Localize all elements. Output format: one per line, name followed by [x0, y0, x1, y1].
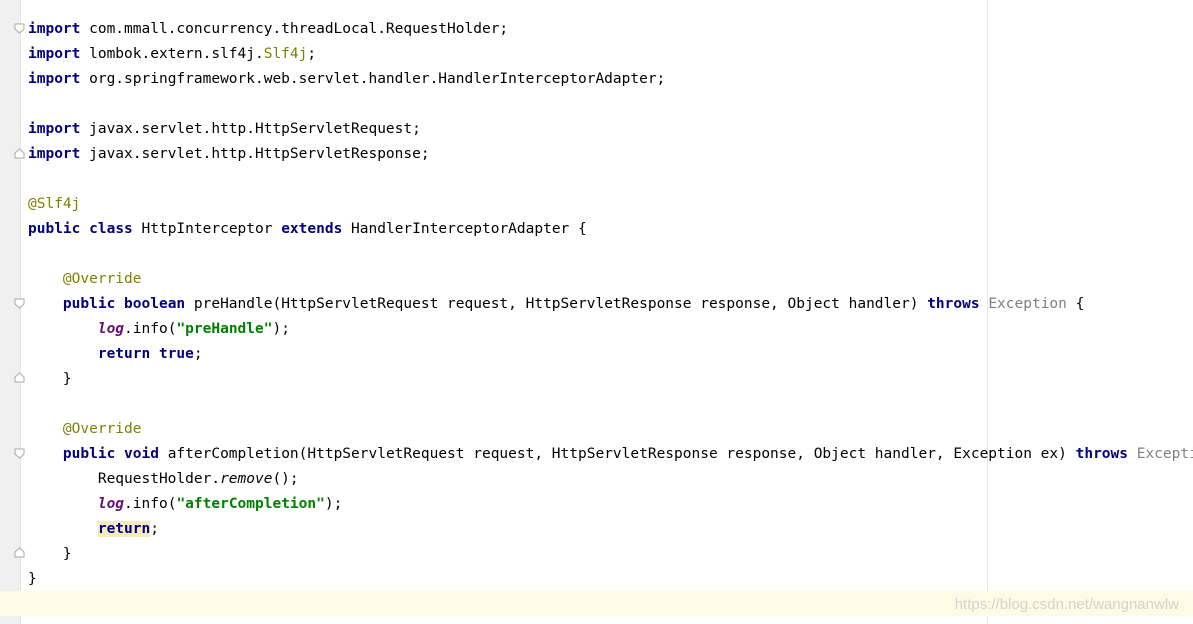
code-text: );	[324, 496, 343, 512]
keyword: true	[158, 346, 194, 362]
code-text: }	[62, 546, 72, 562]
code-line-14: return true;	[28, 342, 1193, 367]
code-line-5: import javax.servlet.http.HttpServletReq…	[28, 117, 1193, 142]
keyword: import	[28, 21, 81, 37]
keyword: throws	[927, 296, 980, 312]
code-line-22: }	[28, 542, 1193, 567]
string-quote: "	[176, 496, 186, 512]
code-text: javax.servlet.http.HttpServletRequest;	[80, 121, 421, 137]
annotation: @Override	[62, 421, 142, 437]
code-editor[interactable]: import com.mmall.concurrency.threadLocal…	[28, 17, 1193, 592]
static-method: remove	[220, 471, 273, 487]
keyword: throws	[1075, 446, 1128, 462]
code-text: javax.servlet.http.HttpServletResponse;	[80, 146, 430, 162]
code-text: HandlerInterceptorAdapter {	[351, 221, 587, 237]
exception-type: Exception	[1136, 446, 1193, 462]
code-line-8: @Slf4j	[28, 192, 1193, 217]
exception-type: Exception	[988, 296, 1067, 312]
code-text: .info(	[124, 496, 177, 512]
watermark: https://blog.csdn.net/wangnanwlw	[954, 596, 1179, 613]
code-text: com.mmall.concurrency.threadLocal.Reques…	[80, 21, 509, 37]
keyword-highlighted: return	[97, 521, 151, 537]
code-line-13: log.info("preHandle");	[28, 317, 1193, 342]
keyword: import	[28, 71, 81, 87]
fold-close-icon[interactable]	[14, 372, 25, 383]
code-text: );	[272, 321, 290, 337]
keyword: class	[89, 221, 133, 237]
code-text: ;	[307, 46, 317, 62]
keyword: public	[62, 296, 116, 312]
keyword: return	[97, 346, 151, 362]
code-line-3: import org.springframework.web.servlet.h…	[28, 67, 1193, 92]
keyword: boolean	[124, 296, 186, 312]
keyword: import	[28, 46, 81, 62]
string-literal: afterCompletion	[185, 496, 317, 512]
annotation: @Override	[62, 271, 142, 287]
code-line-6: import javax.servlet.http.HttpServletRes…	[28, 142, 1193, 167]
code-line-11: @Override	[28, 267, 1193, 292]
keyword: extends	[281, 221, 343, 237]
editor-gutter	[0, 0, 21, 624]
code-line-15: }	[28, 367, 1193, 392]
code-line-23: }	[28, 567, 1193, 592]
code-text: RequestHolder.	[97, 471, 221, 487]
annotation-ref: Slf4j	[263, 46, 308, 62]
fold-open-icon[interactable]	[14, 23, 25, 34]
code-text: ;	[150, 521, 159, 537]
static-field: log	[97, 321, 125, 337]
code-text: ();	[272, 471, 299, 487]
code-text: lombok.extern.slf4j.	[80, 46, 264, 62]
code-line-21: return;	[28, 517, 1193, 542]
keyword: import	[28, 121, 81, 137]
gutter-divider	[20, 0, 21, 624]
code-line-1: import com.mmall.concurrency.threadLocal…	[28, 17, 1193, 42]
string-literal: preHandle	[185, 321, 264, 337]
fold-close-icon[interactable]	[14, 547, 25, 558]
fold-open-icon[interactable]	[14, 298, 25, 309]
code-line-19: RequestHolder.remove();	[28, 467, 1193, 492]
class-name: HttpInterceptor	[141, 221, 273, 237]
code-text: }	[28, 571, 37, 587]
code-text: ;	[193, 346, 203, 362]
code-line-17: @Override	[28, 417, 1193, 442]
fold-close-icon[interactable]	[14, 148, 25, 159]
method-signature: afterCompletion(HttpServletRequest reque…	[167, 446, 1067, 462]
code-text: {	[1075, 296, 1085, 312]
code-line-2: import lombok.extern.slf4j.Slf4j;	[28, 42, 1193, 67]
static-field: log	[97, 496, 125, 512]
code-line-18: public void afterCompletion(HttpServletR…	[28, 442, 1193, 467]
keyword: public	[62, 446, 116, 462]
code-text: org.springframework.web.servlet.handler.…	[80, 71, 666, 87]
code-text: }	[62, 371, 72, 387]
annotation: @Slf4j	[28, 196, 81, 212]
code-text: .info(	[124, 321, 177, 337]
keyword: public	[28, 221, 81, 237]
string-quote: "	[176, 321, 186, 337]
code-line-9: public class HttpInterceptor extends Han…	[28, 217, 1193, 242]
keyword: void	[124, 446, 159, 462]
method-signature: preHandle(HttpServletRequest request, Ht…	[193, 296, 919, 312]
fold-open-icon[interactable]	[14, 448, 25, 459]
keyword: import	[28, 146, 81, 162]
string-quote: "	[316, 496, 325, 512]
code-line-12: public boolean preHandle(HttpServletRequ…	[28, 292, 1193, 317]
code-line-20: log.info("afterCompletion");	[28, 492, 1193, 517]
